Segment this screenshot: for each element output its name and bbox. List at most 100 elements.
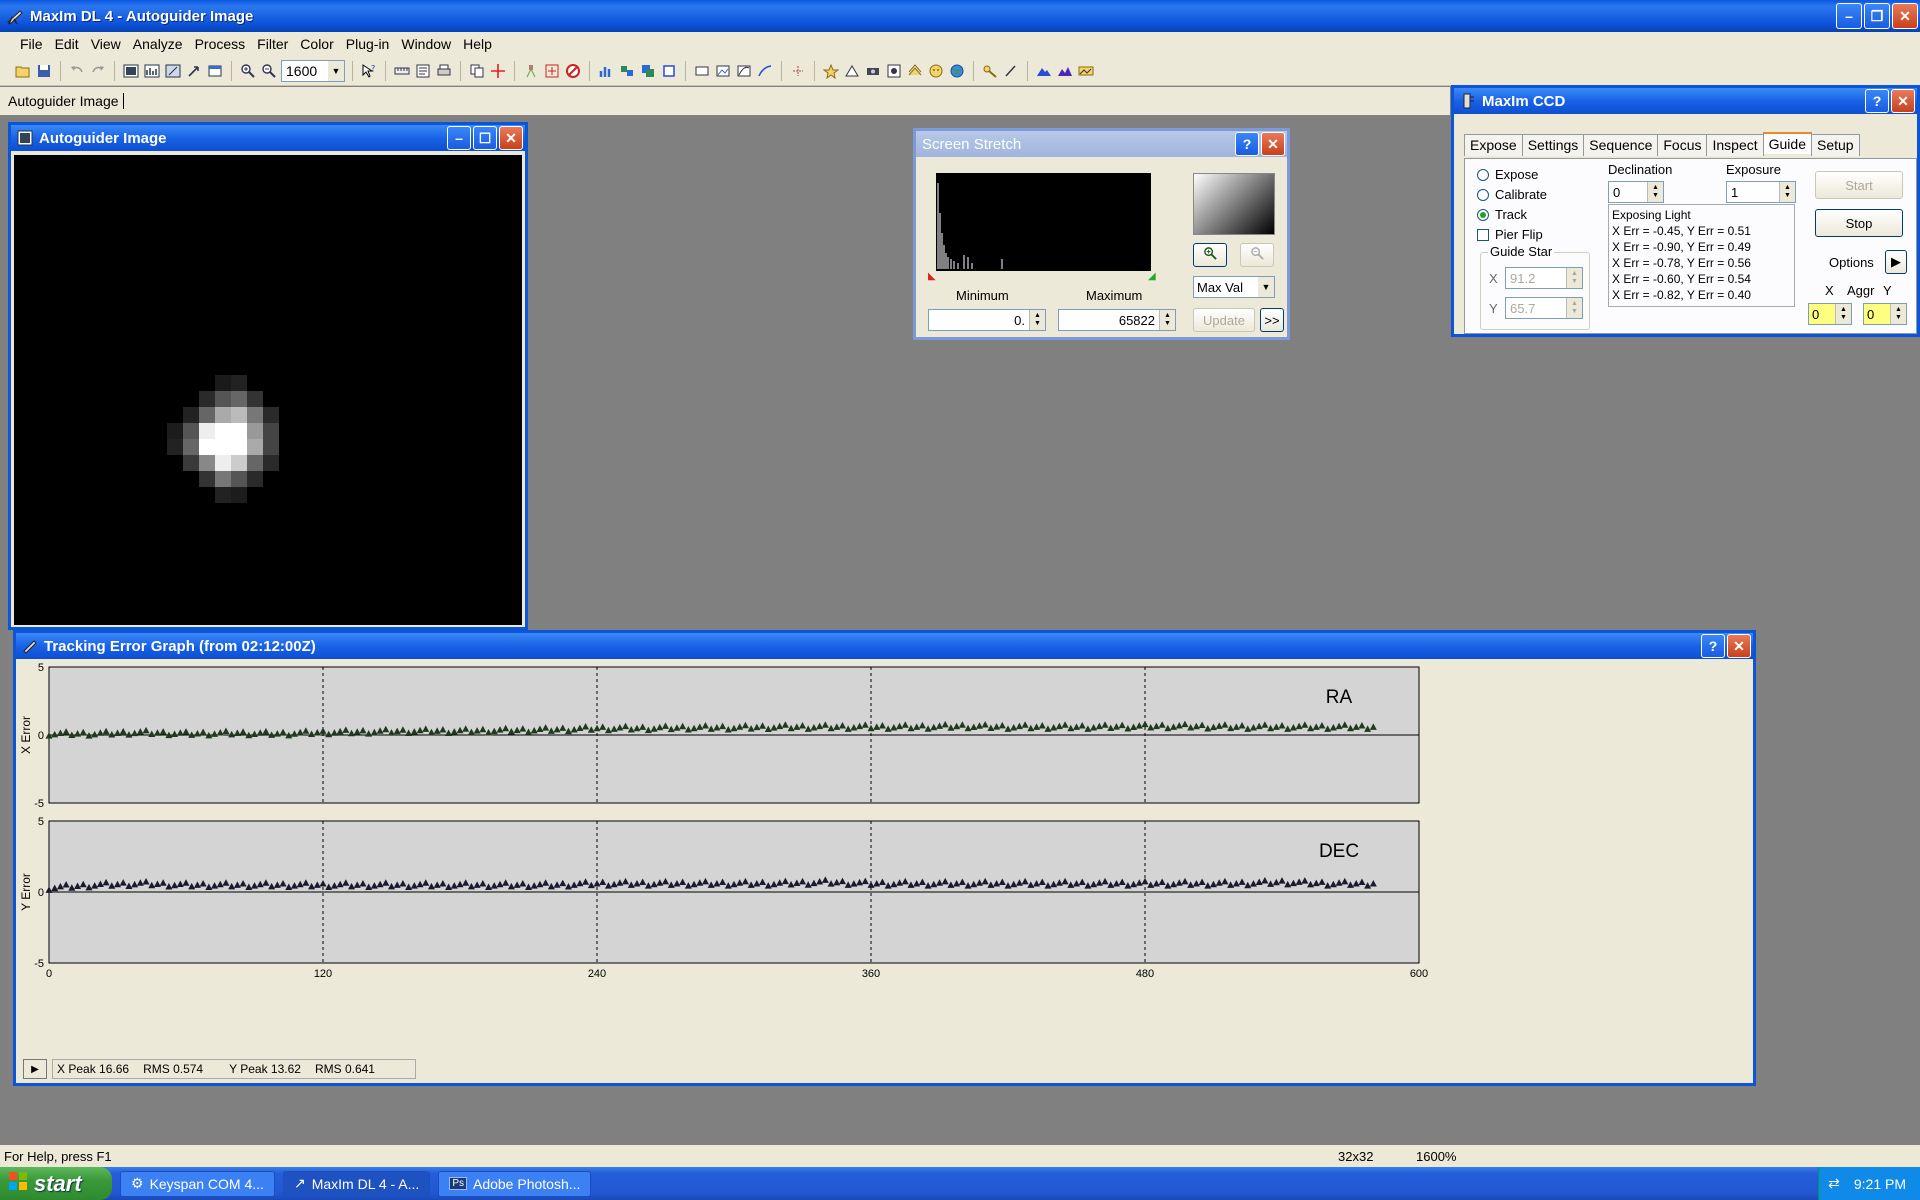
guide-star-image[interactable] <box>14 155 522 625</box>
pier-flip-checkbox[interactable]: Pier Flip <box>1477 227 1543 242</box>
menu-view[interactable]: View <box>85 36 127 52</box>
guide-star-y-input[interactable]: 65.7 ▲ ▼ <box>1505 297 1583 319</box>
telescope-tool-icon[interactable] <box>522 62 540 80</box>
context-help-icon[interactable]: ? <box>360 62 378 80</box>
menu-color[interactable]: Color <box>294 36 339 52</box>
expand-button[interactable]: >> <box>1260 308 1284 332</box>
screen-stretch-window[interactable]: Screen Stretch ? ✕ ◣ ◢ Minimum Maximum 0… <box>913 128 1290 340</box>
zoom-out-icon[interactable] <box>260 62 278 80</box>
exposure-input[interactable]: 1 ▲ ▼ <box>1726 181 1796 203</box>
tab-setup[interactable]: Setup <box>1810 134 1860 156</box>
stretch-mode-select[interactable]: Max Val ▼ <box>1193 276 1275 298</box>
line-tool-icon[interactable] <box>756 62 774 80</box>
tab-focus[interactable]: Focus <box>1657 134 1708 156</box>
maximum-input[interactable]: 65822 ▲ ▼ <box>1058 309 1176 331</box>
curve-icon[interactable] <box>735 62 753 80</box>
close-button[interactable]: ✕ <box>1892 3 1918 29</box>
undo-icon[interactable] <box>68 62 86 80</box>
crosshair-icon[interactable] <box>489 62 507 80</box>
filter-wheel-icon[interactable] <box>885 62 903 80</box>
options-button[interactable]: ▶ <box>1885 250 1907 274</box>
document-tab-autoguider[interactable]: Autoguider Image <box>8 93 124 109</box>
zoom-in-icon[interactable] <box>239 62 257 80</box>
menu-process[interactable]: Process <box>189 36 252 52</box>
minimum-input[interactable]: 0. ▲ ▼ <box>928 309 1046 331</box>
window-icon[interactable] <box>206 62 224 80</box>
redo-icon[interactable] <box>89 62 107 80</box>
mode-expose-radio[interactable]: Expose <box>1477 167 1538 182</box>
ccd-help-button[interactable]: ? <box>1865 89 1889 113</box>
graph-help-button[interactable]: ? <box>1701 634 1725 658</box>
tracking-graph-titlebar[interactable]: Tracking Error Graph (from 02:12:00Z) ? … <box>16 633 1753 659</box>
frame-icon[interactable] <box>660 62 678 80</box>
taskbar-item-maxim[interactable]: ↗ MaxIm DL 4 - A... <box>282 1170 431 1197</box>
print-icon[interactable] <box>435 62 453 80</box>
blink-icon[interactable] <box>789 62 807 80</box>
tab-settings[interactable]: Settings <box>1521 134 1585 156</box>
target-icon[interactable] <box>543 62 561 80</box>
update-button[interactable]: Update <box>1193 308 1255 332</box>
spinner-arrows-icon[interactable]: ▲ ▼ <box>1566 298 1582 318</box>
ruler-icon[interactable] <box>393 62 411 80</box>
stack-icon[interactable] <box>639 62 657 80</box>
max-marker-icon[interactable]: ◢ <box>1148 271 1156 282</box>
stretch-zoom-in-button[interactable] <box>1193 243 1227 267</box>
declination-input[interactable]: 0 ▲ ▼ <box>1608 181 1664 203</box>
start-button[interactable]: Start <box>1815 171 1903 199</box>
aggr-x-input[interactable]: 0 ▲ ▼ <box>1808 303 1852 325</box>
menu-edit[interactable]: Edit <box>49 36 85 52</box>
weather-icon[interactable] <box>927 62 945 80</box>
maxim-ccd-titlebar[interactable]: MaxIm CCD ? ✕ <box>1454 88 1917 114</box>
app-titlebar[interactable]: MaxIm DL 4 - Autoguider Image – ❐ ✕ <box>0 0 1920 32</box>
histogram-icon[interactable] <box>143 62 161 80</box>
stretch-histogram[interactable]: ◣ ◢ <box>928 173 1156 282</box>
minimize-button[interactable]: – <box>1836 3 1862 29</box>
autoguider-close-button[interactable]: ✕ <box>499 126 523 150</box>
mode-track-radio[interactable]: Track <box>1477 207 1527 222</box>
graph-close-button[interactable]: ✕ <box>1727 634 1751 658</box>
stretch-help-button[interactable]: ? <box>1235 132 1259 156</box>
tab-guide[interactable]: Guide <box>1762 132 1812 154</box>
autoguider-maximize-button[interactable]: ☐ <box>473 126 497 150</box>
image-view-icon[interactable] <box>122 62 140 80</box>
ccd-close-button[interactable]: ✕ <box>1891 89 1915 113</box>
taskbar-item-keyspan[interactable]: ⚙ Keyspan COM 4... <box>120 1170 275 1197</box>
network-icon[interactable]: ⇄ <box>1828 1175 1840 1192</box>
menu-analyze[interactable]: Analyze <box>127 36 189 52</box>
spinner-arrows-icon[interactable]: ▲ ▼ <box>1159 310 1175 330</box>
tab-sequence[interactable]: Sequence <box>1583 134 1659 156</box>
pencil-icon[interactable] <box>1002 62 1020 80</box>
autoguider-titlebar[interactable]: Autoguider Image – ☐ ✕ <box>11 125 525 151</box>
stretch-zoom-out-button[interactable] <box>1240 243 1274 267</box>
tab-inspect[interactable]: Inspect <box>1706 134 1764 156</box>
rectangle-tool-icon[interactable] <box>693 62 711 80</box>
info-icon[interactable] <box>414 62 432 80</box>
bar-chart-icon[interactable] <box>597 62 615 80</box>
observatory-icon[interactable] <box>843 62 861 80</box>
spinner-arrows-icon[interactable]: ▲ ▼ <box>1890 304 1906 324</box>
menu-window[interactable]: Window <box>395 36 457 52</box>
stop-button[interactable]: Stop <box>1815 209 1903 237</box>
focuser-icon[interactable] <box>906 62 924 80</box>
open-icon[interactable] <box>14 62 32 80</box>
copy-icon[interactable] <box>468 62 486 80</box>
arrow-tool-icon[interactable] <box>185 62 203 80</box>
picture-icon[interactable] <box>714 62 732 80</box>
star-icon[interactable] <box>822 62 840 80</box>
tracking-error-graph-window[interactable]: Tracking Error Graph (from 02:12:00Z) ? … <box>13 630 1756 1086</box>
menu-plugin[interactable]: Plug-in <box>340 36 396 52</box>
mode-calibrate-radio[interactable]: Calibrate <box>1477 187 1547 202</box>
spinner-arrows-icon[interactable]: ▲ ▼ <box>1029 310 1045 330</box>
taskbar-item-photoshop[interactable]: Ps Adobe Photosh... <box>438 1170 592 1197</box>
restore-button[interactable]: ❐ <box>1864 3 1890 29</box>
spinner-arrows-icon[interactable]: ▲ ▼ <box>1779 182 1795 202</box>
start-button[interactable]: start <box>0 1167 112 1200</box>
stretch-icon[interactable] <box>164 62 182 80</box>
mountain-yellow-icon[interactable] <box>1077 62 1095 80</box>
autoguider-image-window[interactable]: Autoguider Image – ☐ ✕ <box>8 122 528 630</box>
key-icon[interactable] <box>981 62 999 80</box>
align-icon[interactable] <box>618 62 636 80</box>
mountain-purple-icon[interactable] <box>1056 62 1074 80</box>
globe-icon[interactable] <box>948 62 966 80</box>
zoom-select[interactable]: 1600 ▼ <box>281 59 345 82</box>
